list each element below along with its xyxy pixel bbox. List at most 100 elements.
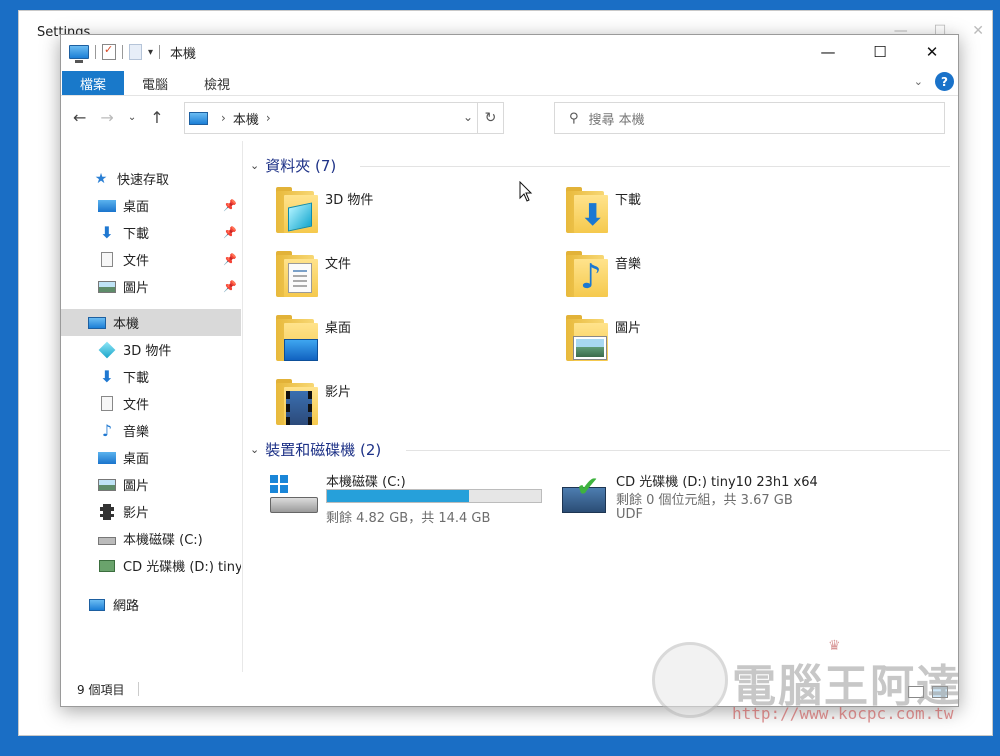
desktop-icon: [97, 198, 117, 214]
music-icon: ♪: [562, 249, 610, 301]
hard-drive-icon: [270, 475, 318, 515]
main-area: ★ 快速存取 桌面 📌 ⬇ 下載 📌 文件 📌 圖片 📌 本機 3D 物件 ⬇ …: [61, 141, 958, 672]
new-folder-icon[interactable]: [129, 44, 142, 60]
documents-icon: [272, 249, 320, 301]
ribbon-tabs: 檔案 電腦 檢視 ⌄ ?: [61, 69, 958, 95]
nav-quick-desktop[interactable]: 桌面 📌: [61, 192, 241, 219]
folders-group-header[interactable]: ⌄ 資料夾 (7): [250, 153, 336, 177]
drive-d-label: CD 光碟機 (D:) tiny10 23h1 x64: [616, 475, 818, 490]
music-icon: ♪: [101, 421, 113, 440]
quick-access-toolbar: ▾: [69, 43, 161, 63]
watermark-url: http://www.kocpc.com.tw: [732, 704, 954, 723]
tab-file[interactable]: 檔案: [62, 71, 125, 95]
divider: [406, 450, 950, 451]
customize-toolbar-dropdown-icon[interactable]: ▾: [148, 47, 153, 58]
mascot-face-icon: [652, 642, 728, 718]
tab-view[interactable]: 檢視: [186, 71, 248, 95]
forward-arrow-icon[interactable]: →: [100, 108, 113, 127]
help-icon[interactable]: ?: [935, 72, 954, 91]
drive-c-label: 本機磁碟 (C:): [326, 475, 406, 490]
folder-desktop[interactable]: 桌面: [272, 313, 552, 373]
folder-pictures[interactable]: 圖片: [562, 313, 842, 373]
nav-pc-documents[interactable]: 文件: [61, 390, 241, 417]
breadcrumb-this-pc[interactable]: 本機: [233, 109, 259, 128]
nav-pc-pictures[interactable]: 圖片: [61, 471, 241, 498]
folder-music[interactable]: ♪ 音樂: [562, 249, 842, 309]
pictures-icon: [562, 313, 610, 365]
content-pane: ⌄ 資料夾 (7) 3D 物件 ⬇ 下載 文件 ♪ 音樂 桌面 圖片 影片 ⌄ …: [244, 141, 958, 672]
drive-local-disk-c[interactable]: 本機磁碟 (C:) 剩餘 4.82 GB，共 14.4 GB: [268, 471, 558, 531]
computer-icon[interactable]: [69, 45, 89, 63]
search-input[interactable]: ⚲ 搜尋 本機: [554, 102, 945, 134]
item-count: 9 個項目: [77, 682, 125, 697]
documents-icon: [97, 396, 117, 412]
nav-pc-desktop[interactable]: 桌面: [61, 444, 241, 471]
pin-icon[interactable]: 📌: [223, 280, 237, 293]
drive-d-filesystem: UDF: [616, 507, 644, 522]
download-icon: ⬇: [562, 185, 610, 237]
navigation-bar: ← → ⌄ ↑ › 本機 › ⌄ ↻ ⚲ 搜尋 本機: [61, 95, 958, 139]
drive-cd-d[interactable]: ✔ CD 光碟機 (D:) tiny10 23h1 x64 剩餘 0 個位元組，…: [558, 471, 848, 531]
maximize-button[interactable]: ☐: [854, 35, 906, 69]
chevron-down-icon: ⌄: [250, 158, 260, 172]
minimize-button[interactable]: —: [802, 35, 854, 69]
close-button[interactable]: ✕: [906, 35, 958, 69]
3d-objects-icon: [272, 185, 320, 237]
nav-pc-downloads[interactable]: ⬇ 下載: [61, 363, 241, 390]
download-icon: ⬇: [100, 367, 114, 386]
3d-objects-icon: [97, 341, 117, 358]
nav-this-pc[interactable]: 本機: [61, 309, 241, 336]
nav-quick-downloads[interactable]: ⬇ 下載 📌: [61, 219, 241, 246]
tab-computer[interactable]: 電腦: [124, 71, 186, 95]
nav-network[interactable]: 網路: [61, 591, 241, 618]
pin-icon[interactable]: 📌: [223, 253, 237, 266]
search-placeholder: 搜尋 本機: [588, 112, 645, 128]
computer-icon: [87, 315, 107, 331]
file-explorer-window: ▾ 本機 — ☐ ✕ 檔案 電腦 檢視 ⌄ ? ← → ⌄ ↑ › 本機 ›: [60, 34, 959, 707]
network-icon: [87, 597, 107, 613]
pin-icon[interactable]: 📌: [223, 226, 237, 239]
recent-locations-icon[interactable]: ⌄: [128, 112, 136, 123]
nav-pc-videos[interactable]: 影片: [61, 498, 241, 525]
refresh-icon[interactable]: ↻: [477, 103, 503, 133]
watermark-logo: ♛ 電腦王阿達 http://www.kocpc.com.tw: [652, 638, 962, 728]
nav-pc-3d-objects[interactable]: 3D 物件: [61, 336, 241, 363]
address-dropdown-icon[interactable]: ⌄: [463, 110, 473, 124]
nav-pc-local-disk-c[interactable]: 本機磁碟 (C:): [61, 525, 241, 552]
expand-ribbon-icon[interactable]: ⌄: [914, 75, 923, 88]
nav-pc-cd-drive-d[interactable]: CD 光碟機 (D:) tiny: [61, 552, 241, 579]
nav-quick-pictures[interactable]: 圖片 📌: [61, 273, 241, 300]
hard-drive-icon: [97, 531, 117, 547]
cd-drive-icon: [97, 558, 117, 574]
folder-videos[interactable]: 影片: [272, 377, 552, 437]
cd-drive-icon: ✔: [562, 473, 608, 513]
computer-icon: [189, 111, 208, 125]
window-controls: — ☐ ✕: [802, 35, 958, 69]
drives-group-header[interactable]: ⌄ 裝置和磁碟機 (2): [250, 437, 381, 461]
up-arrow-icon[interactable]: ↑: [150, 108, 163, 127]
folder-3d-objects[interactable]: 3D 物件: [272, 185, 552, 245]
drive-d-free-space: 剩餘 0 個位元組，共 3.67 GB: [616, 493, 793, 508]
mouse-pointer-icon: [519, 181, 533, 202]
drive-c-free-space: 剩餘 4.82 GB，共 14.4 GB: [326, 511, 491, 526]
drive-c-usage-bar: [326, 489, 542, 503]
desktop-icon: [97, 450, 117, 466]
divider: [360, 166, 950, 167]
pictures-icon: [97, 279, 117, 295]
back-arrow-icon[interactable]: ←: [73, 108, 86, 127]
nav-quick-documents[interactable]: 文件 📌: [61, 246, 241, 273]
star-icon: ★: [94, 170, 108, 187]
videos-icon: [272, 377, 320, 429]
nav-quick-access[interactable]: ★ 快速存取: [61, 165, 241, 192]
address-bar[interactable]: › 本機 › ⌄ ↻: [184, 102, 504, 134]
folder-documents[interactable]: 文件: [272, 249, 552, 309]
videos-icon: [97, 503, 117, 520]
desktop-icon: [272, 313, 320, 365]
pin-icon[interactable]: 📌: [223, 199, 237, 212]
nav-pc-music[interactable]: ♪ 音樂: [61, 417, 241, 444]
search-icon: ⚲: [569, 110, 579, 126]
folder-downloads[interactable]: ⬇ 下載: [562, 185, 842, 245]
properties-icon[interactable]: [102, 43, 116, 60]
title-bar: ▾ 本機 — ☐ ✕: [61, 35, 958, 69]
window-title: 本機: [170, 46, 197, 62]
